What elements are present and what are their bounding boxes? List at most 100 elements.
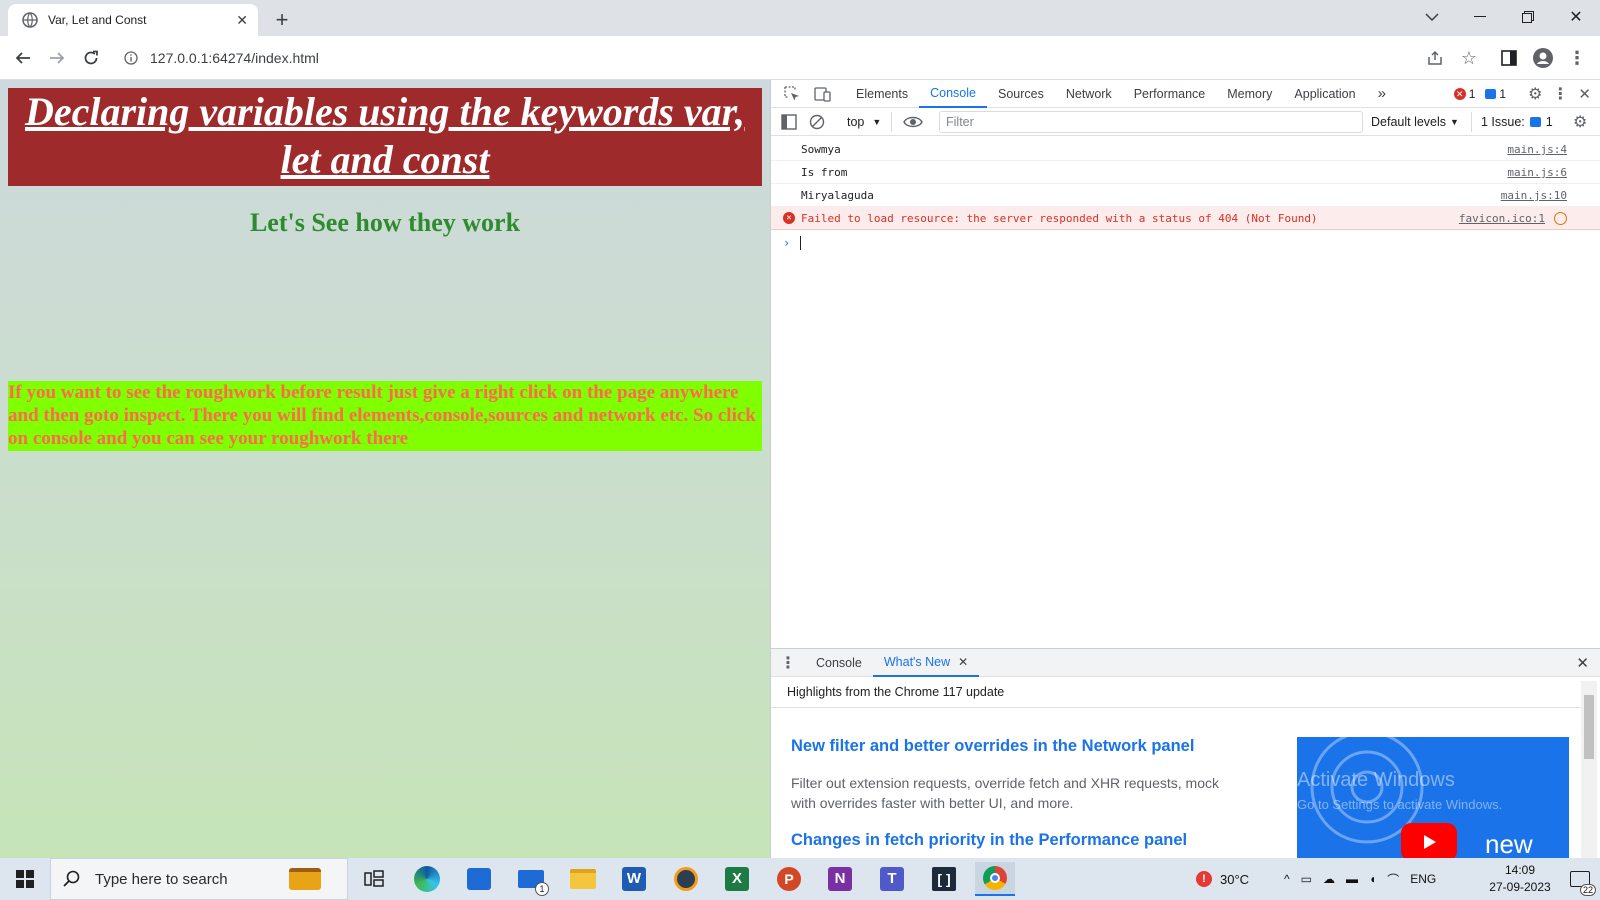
watermark-title: Activate Windows [1297,769,1455,791]
tab-search-button[interactable] [1408,0,1456,34]
wifi-icon[interactable]: ⌒ [1387,871,1399,888]
taskbar-word[interactable]: W [614,862,654,896]
battery-icon[interactable]: ▬ [1346,872,1358,886]
media-player-icon [674,867,698,891]
taskbar-mail[interactable]: 1 [511,862,551,896]
tab-application[interactable]: Application [1283,80,1366,108]
console-message: Sowmya main.js:4 [771,138,1600,161]
issues-button[interactable]: 1 Issue: 1 [1481,112,1553,132]
restore-icon [1522,11,1534,23]
whats-new-link[interactable]: New filter and better overrides in the N… [791,737,1194,756]
notification-center[interactable]: 22 [1562,858,1598,900]
share-button[interactable] [1418,41,1452,75]
reload-button[interactable] [74,41,108,75]
inspect-element-icon[interactable] [784,85,800,102]
console-source-link[interactable]: main.js:4 [1507,143,1567,156]
console-source-link[interactable]: main.js:6 [1507,166,1567,179]
close-tab-icon[interactable]: ✕ [236,12,248,29]
mail-badge: 1 [535,882,549,896]
eye-icon[interactable] [903,115,923,129]
console-settings-icon[interactable]: ⚙ [1573,112,1587,132]
context-select[interactable]: top ▼ [847,112,881,132]
tab-strip: Var, Let and Const ✕ + ✕ [0,0,1600,36]
arrow-left-icon [15,52,30,64]
video-thumbnail[interactable]: Activate Windows Go to Settings to activ… [1297,737,1569,861]
close-drawer-icon[interactable]: ✕ [1576,654,1600,672]
brackets-icon: [ ] [932,867,956,891]
taskbar-brackets[interactable]: [ ] [924,862,964,896]
error-counter[interactable]: ✕ 1 [1453,87,1475,101]
task-view-button[interactable] [354,862,394,896]
side-panel-icon [1501,50,1517,66]
system-tray-icons[interactable]: ^ ▭ ☁ ▬ ◖ ⌒ ENG [1284,858,1436,900]
kebab-menu-icon: ⋮ [1568,47,1586,68]
sidebar-toggle-icon[interactable] [781,114,797,130]
error-icon: ✕ [783,212,795,224]
play-button[interactable] [1401,823,1457,861]
onedrive-icon[interactable]: ☁ [1323,872,1335,886]
taskbar-excel[interactable]: X [717,862,757,896]
settings-icon[interactable]: ⚙ [1528,84,1542,104]
minimize-button[interactable] [1456,0,1504,34]
start-button[interactable] [0,858,50,900]
tab-console[interactable]: Console [919,80,987,108]
forward-button[interactable] [40,41,74,75]
side-panel-button[interactable] [1492,41,1526,75]
kebab-menu-icon[interactable]: ⋮ [1552,84,1568,104]
tab-network[interactable]: Network [1055,80,1123,108]
taskbar-file-explorer[interactable] [563,862,603,896]
taskbar-store[interactable] [459,862,499,896]
bookmark-button[interactable]: ☆ [1452,41,1486,75]
whats-new-link[interactable]: Changes in fetch priority in the Perform… [791,831,1187,850]
issue-link-icon[interactable] [1554,212,1567,225]
device-toolbar-icon[interactable] [814,86,832,102]
address-bar[interactable]: 127.0.0.1:64274/index.html [112,41,1478,75]
taskbar-teams[interactable]: T [872,862,912,896]
clock[interactable]: 14:09 27-09-2023 [1482,858,1558,900]
drawer-menu-icon[interactable]: ⋮ [771,653,805,673]
close-devtools-icon[interactable]: ✕ [1578,85,1591,103]
close-tab-icon[interactable]: ✕ [958,655,968,669]
divider [771,707,1581,708]
weather-alert-icon: ! [1196,871,1212,887]
console-error-text: Failed to load resource: the server resp… [801,212,1318,225]
message-counter[interactable]: 1 [1485,87,1506,101]
tab-performance[interactable]: Performance [1123,80,1217,108]
console-source-link[interactable]: favicon.ico:1 [1459,212,1545,225]
language-indicator[interactable]: ENG [1410,872,1436,886]
profile-button[interactable] [1526,41,1560,75]
close-window-button[interactable]: ✕ [1552,0,1600,34]
tab-sources[interactable]: Sources [987,80,1055,108]
scrollbar-thumb[interactable] [1584,695,1594,759]
new-tab-button[interactable]: + [268,6,296,34]
taskbar-powerpoint[interactable]: P [769,862,809,896]
clear-console-icon[interactable] [809,114,825,130]
console-source-link[interactable]: main.js:10 [1501,189,1567,202]
taskbar-onenote[interactable]: N [820,862,860,896]
log-levels-select[interactable]: Default levels ▼ [1371,112,1459,132]
tab-elements[interactable]: Elements [845,80,919,108]
prompt-chevron-icon: › [783,236,791,250]
chevron-up-icon[interactable]: ^ [1284,872,1290,886]
console-prompt[interactable]: › [783,233,802,253]
more-tabs-button[interactable]: » [1367,80,1397,108]
speaker-icon[interactable]: ◖ [1369,872,1376,886]
taskbar-edge[interactable] [407,862,447,896]
weather-widget[interactable]: ! 30°C [1196,858,1249,900]
excel-icon: X [725,867,749,891]
restore-button[interactable] [1504,0,1552,34]
drawer-tab-whats-new[interactable]: What's New ✕ [872,649,980,677]
browser-tab[interactable]: Var, Let and Const ✕ [8,4,258,36]
notification-count: 22 [1579,884,1596,896]
taskbar-chrome[interactable] [975,862,1015,896]
taskbar-search[interactable]: Type here to search [50,858,348,900]
drawer-tab-console[interactable]: Console [805,649,873,677]
menu-button[interactable]: ⋮ [1560,41,1594,75]
device-icon[interactable]: ▭ [1301,872,1312,886]
console-filter-input[interactable]: Filter [939,111,1363,133]
taskbar-media[interactable] [666,862,706,896]
message-count: 1 [1499,86,1507,101]
console-message-text: Is from [801,166,848,179]
back-button[interactable] [6,41,40,75]
tab-memory[interactable]: Memory [1216,80,1283,108]
